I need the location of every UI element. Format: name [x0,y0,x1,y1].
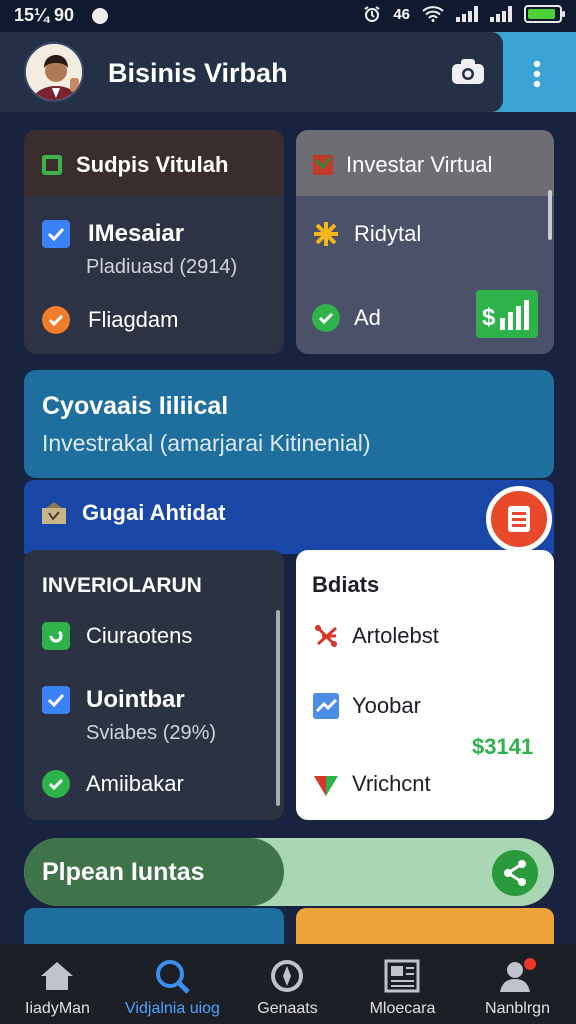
checkbox-checked-icon[interactable] [42,220,70,248]
card-left-item-label: Fliagdam [88,307,179,332]
fab-button[interactable] [486,486,552,552]
list-left-item-label: Amiibakar [86,771,184,796]
status-bar: 15¼ 90 46 [0,0,576,32]
check-circle-orange-icon [42,306,70,334]
checkbox-checked-icon[interactable] [42,686,70,714]
section-title: Gugai Ahtidat [82,500,226,525]
pill-label: Plpean Iuntas [42,858,205,886]
svg-text:$: $ [482,304,496,331]
signal-icon [456,6,478,22]
card-left-item-label: IMesaiar [88,220,185,247]
wifi-icon [422,6,444,22]
list-right-item-label: Vrichcnt [352,771,431,796]
camera-icon [452,59,484,84]
card-right-title: Investar Virtual [346,152,493,177]
app-title: Bisinis Virbah [108,58,288,88]
network-label: 46 [393,5,410,23]
card-right[interactable]: Investar Virtual Ridytal Ad $ [296,130,554,354]
notification-icon [92,8,108,24]
share-icon [504,860,526,886]
finance-chart-icon[interactable]: $ [476,290,538,338]
card-right-item-label: Ridytal [354,221,422,246]
nav-item-search[interactable]: Vidjalnia uiog [115,944,230,1024]
location-icon [271,960,303,992]
sun-icon [314,222,338,246]
list-right-card[interactable]: Bdiats Artolebst Yoobar $3141 Vrichcnt [296,550,554,820]
network-icon [314,624,338,648]
nav-label: IiadyMan [25,1000,90,1017]
card-right-item-label: Ad [354,305,381,330]
alarm-icon [364,6,380,22]
list-left-title: INVERIOLARUN [42,574,202,597]
more-vertical-icon [533,60,541,88]
check-circle-green-icon [42,770,70,798]
list-right-title: Bdiats [312,572,380,597]
list-left-item-sub: Sviabes (29%) [86,722,217,744]
profile-icon [500,958,536,992]
battery-icon [524,5,565,23]
bottom-nav: IiadyMan Vidjalnia uiog Genaats Mloecara… [0,944,576,1024]
signal-icon-2 [490,6,512,22]
check-circle-green-icon [312,304,340,332]
list-left-item-label: Uointbar [86,686,185,713]
card-left[interactable]: Sudpis Vitulah IMesaiar Pladiuasd (2914)… [24,130,284,354]
home-icon [41,962,73,990]
scrollbar[interactable] [548,190,552,240]
nav-item-location[interactable]: Genaats [230,944,345,1024]
newspaper-icon [384,959,420,993]
nav-item-news[interactable]: Mloecara [345,944,460,1024]
avatar[interactable] [24,42,84,102]
folder-icon [42,502,66,524]
banner-subtitle: Investrakal (amarjarai Kitinenial) [42,430,371,456]
app-header: Bisinis Virbah [0,32,576,112]
list-left-card[interactable]: INVERIOLARUN Ciuraotens Uointbar Sviabes… [24,550,284,820]
banner-card[interactable]: Cyovaais Iiliical Investrakal (amarjarai… [24,370,554,478]
camera-button[interactable] [448,54,488,90]
nav-label: Vidjalnia uiog [125,1000,220,1017]
nav-item-home[interactable]: IiadyMan [0,944,115,1024]
share-button[interactable] [492,850,538,896]
nav-label: Genaats [257,1000,318,1017]
amount-value: $3141 [472,734,534,759]
more-menu-button[interactable] [522,54,552,94]
trend-checkbox-icon [313,693,339,719]
refresh-icon [42,622,70,650]
nav-label: Mloecara [369,1000,436,1017]
status-icons: 46 [363,5,565,23]
square-icon [42,155,62,175]
peek-card-right [296,908,554,948]
list-left-item-label: Ciuraotens [86,623,193,648]
card-left-title: Sudpis Vitulah [76,152,229,177]
header-panel: Bisinis Virbah [0,32,503,112]
card-left-item-sub: Pladiuasd (2914) [86,256,238,278]
nav-label: Nanblrgn [485,1000,550,1017]
peek-card-left [24,908,284,948]
banner-title: Cyovaais Iiliical [42,392,229,420]
scrollbar[interactable] [276,610,280,806]
shield-icon [314,776,338,796]
list-right-item-label: Yoobar [352,693,421,718]
nav-item-profile[interactable]: Nanblrgn [460,944,575,1024]
search-icon [156,960,190,994]
status-time: 15¼ 90 [14,5,75,25]
chart-icon [313,155,333,175]
document-icon [508,506,530,532]
list-right-item-label: Artolebst [352,623,439,648]
pill-bar[interactable]: Plpean Iuntas [24,838,554,906]
